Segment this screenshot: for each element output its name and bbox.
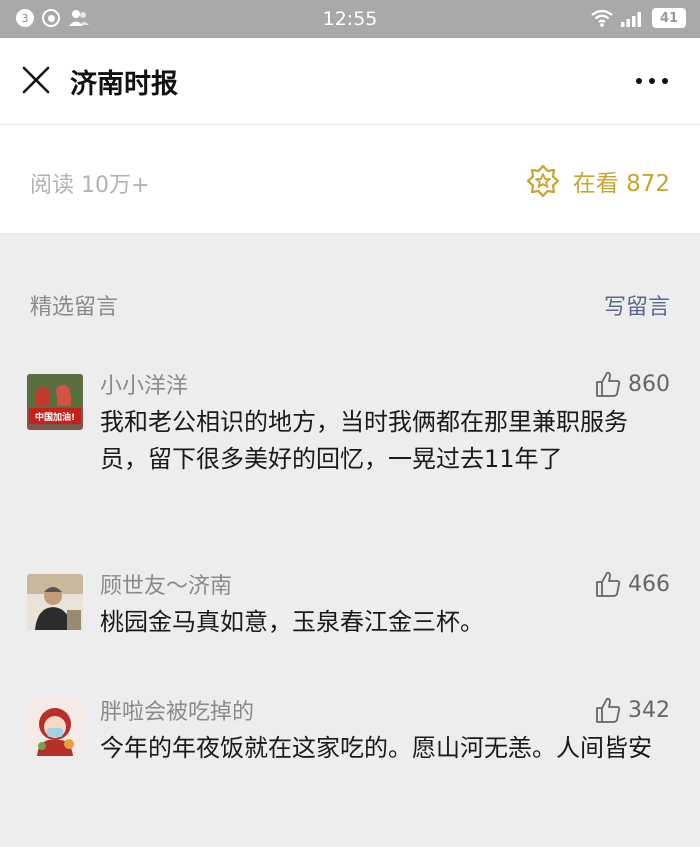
avatar[interactable] — [27, 700, 83, 756]
avatar[interactable] — [27, 574, 83, 630]
comments-section: 精选留言 写留言 中国加油! 小小洋洋 860 我和老公相识的地方，当时我俩都在… — [0, 233, 700, 847]
avatar[interactable]: 中国加油! — [27, 374, 83, 430]
battery-icon: 41 — [652, 8, 686, 28]
wifi-icon — [591, 9, 613, 27]
thumbs-up-icon — [596, 697, 621, 723]
page-title: 济南时报 — [70, 69, 178, 100]
like-count: 342 — [628, 697, 670, 723]
comment-nickname: 小小洋洋 — [100, 374, 189, 399]
comment-text: 今年的年夜饭就在这家吃的。愿山河无恙。人间皆安 — [100, 734, 652, 762]
comment-item: 胖啦会被吃掉的 342 今年的年夜饭就在这家吃的。愿山河无恙。人间皆安 — [0, 694, 700, 824]
like-button[interactable]: 466 — [594, 570, 670, 598]
article-stats: 阅读 10万+ 在看 872 — [0, 125, 700, 233]
like-count: 466 — [628, 571, 670, 597]
comment-text: 我和老公相识的地方，当时我俩都在那里兼职服务员，留下很多美好的回忆，一晃过去11… — [100, 408, 628, 473]
status-right-icons: 41 — [590, 8, 686, 28]
comment-text: 桃园金马真如意，玉泉春江金三杯。 — [100, 608, 484, 636]
status-bar: 3 12:55 41 — [0, 0, 700, 38]
avatar-caption: 中国加油! — [35, 411, 75, 423]
watching-button[interactable]: 在看 872 — [525, 163, 670, 199]
comment-item: 顾世友～济南 466 桃园金马真如意，玉泉春江金三杯。 — [0, 568, 700, 658]
thumbs-up-icon — [596, 571, 621, 597]
read-count: 阅读 10万+ — [30, 173, 150, 198]
selected-comments-heading: 精选留言 — [30, 295, 119, 320]
comment-nickname: 顾世友～济南 — [100, 574, 233, 599]
more-dots-icon[interactable] — [634, 72, 670, 90]
signal-icon — [621, 12, 641, 27]
wow-star-icon — [526, 164, 559, 198]
thumbs-up-icon — [596, 371, 621, 397]
write-comment-button[interactable]: 写留言 — [604, 289, 670, 321]
close-icon[interactable] — [20, 64, 52, 96]
top-nav-bar: 济南时报 — [0, 38, 700, 125]
like-count: 860 — [628, 371, 670, 397]
comment-nickname: 胖啦会被吃掉的 — [100, 700, 255, 725]
like-button[interactable]: 860 — [594, 370, 670, 398]
comment-item: 中国加油! 小小洋洋 860 我和老公相识的地方，当时我俩都在那里兼职服务员，留… — [0, 368, 700, 518]
like-button[interactable]: 342 — [594, 696, 670, 724]
watching-label: 在看 872 — [572, 171, 670, 197]
